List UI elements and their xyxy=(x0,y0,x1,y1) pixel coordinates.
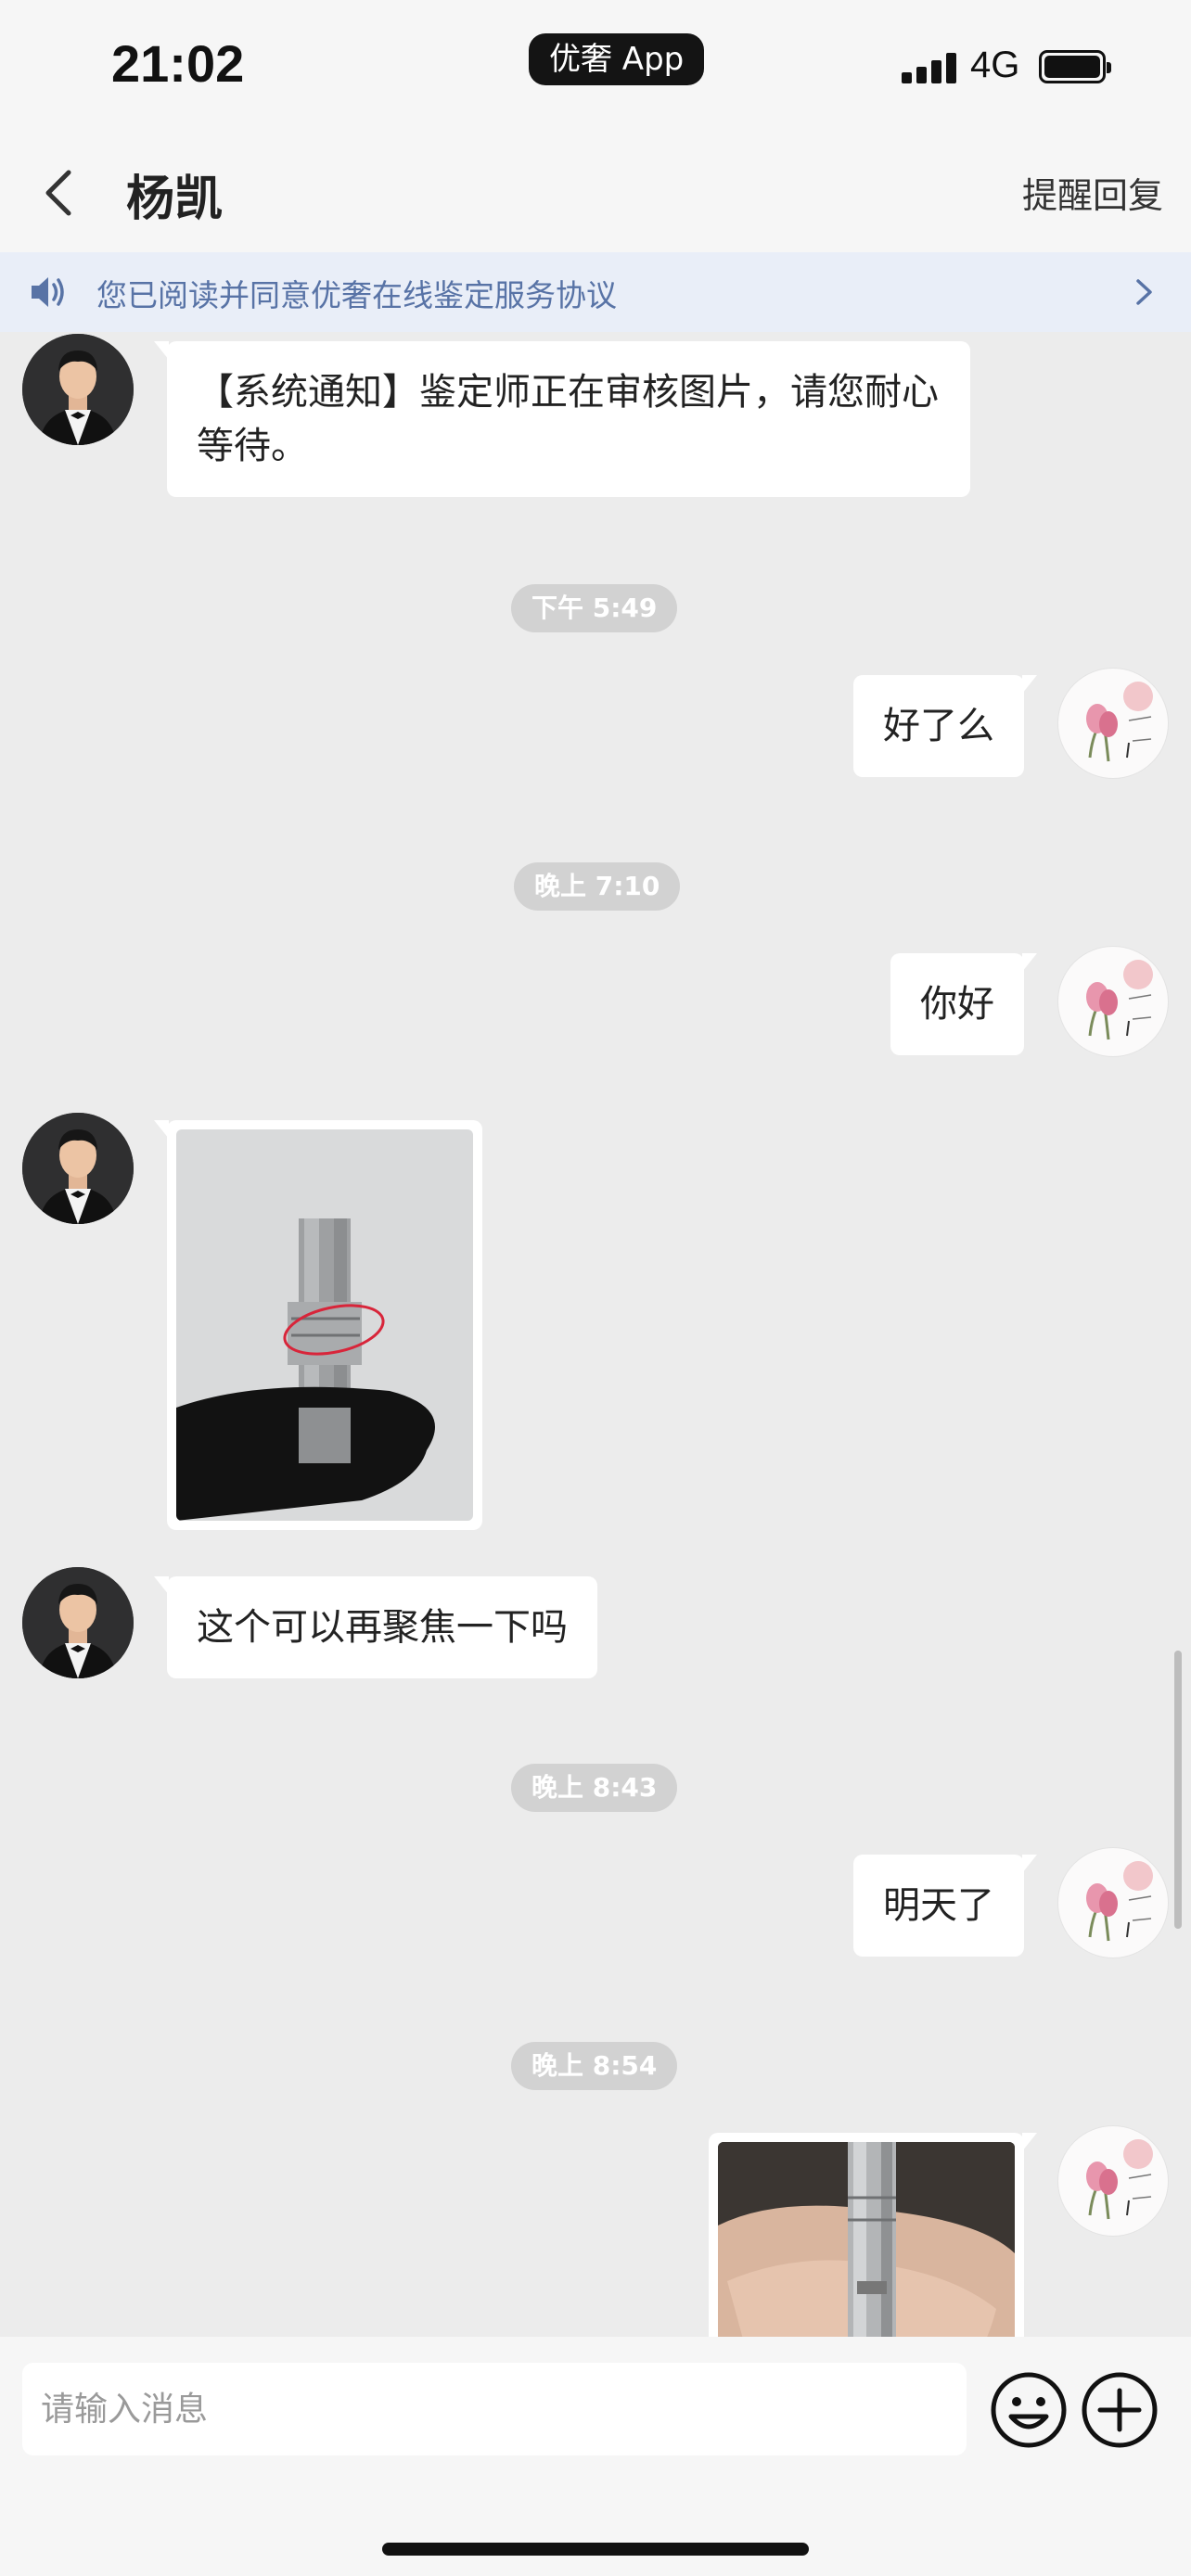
plus-icon[interactable] xyxy=(1080,2370,1159,2450)
user-avatar[interactable] xyxy=(1057,946,1169,1057)
message-text: 【系统通知】鉴定师正在审核图片，请您耐心等待。 xyxy=(197,371,939,467)
message-text: 这个可以再聚焦一下吗 xyxy=(197,1606,568,1649)
watch-clasp-photo[interactable] xyxy=(176,1129,473,1521)
page-title: 杨凯 xyxy=(126,172,224,227)
network-type: 4G xyxy=(970,45,1020,85)
message-bubble[interactable]: 【系统通知】鉴定师正在审核图片，请您耐心等待。 xyxy=(154,341,970,497)
app-switch-pill[interactable]: 优奢 App xyxy=(529,33,705,85)
user-avatar[interactable] xyxy=(1057,1847,1169,1958)
message-bubble[interactable]: 这个可以再聚焦一下吗 xyxy=(154,1576,597,1678)
message-bubble[interactable]: 你好 xyxy=(890,953,1037,1055)
agreement-notice[interactable]: 您已阅读并同意优奢在线鉴定服务协议 xyxy=(0,252,1191,332)
chat-message-list[interactable]: 【系统通知】鉴定师正在审核图片，请您耐心等待。 下午 5:49 好了么 晚上 7… xyxy=(0,332,1191,2337)
signal-icon xyxy=(902,52,957,83)
user-avatar[interactable] xyxy=(1057,2125,1169,2237)
message-text: 你好 xyxy=(920,983,994,1026)
timestamp-badge: 晚上 7:10 xyxy=(514,862,681,911)
message-bubble[interactable]: 明天了 xyxy=(853,1855,1037,1957)
appraiser-avatar[interactable] xyxy=(22,1113,134,1224)
message-bubble[interactable]: 好了么 xyxy=(853,675,1037,777)
status-time: 21:02 xyxy=(111,34,245,93)
appraiser-avatar[interactable] xyxy=(22,1567,134,1678)
timestamp-badge: 晚上 8:54 xyxy=(511,2042,678,2090)
remind-reply-button[interactable]: 提醒回复 xyxy=(1022,167,1163,218)
notice-text: 您已阅读并同意优奢在线鉴定服务协议 xyxy=(96,277,617,313)
image-message[interactable] xyxy=(154,1120,482,1530)
message-input[interactable] xyxy=(22,2363,967,2455)
timestamp-badge: 晚上 8:43 xyxy=(511,1764,678,1812)
emoji-icon[interactable] xyxy=(989,2370,1069,2450)
chevron-left-icon[interactable] xyxy=(33,165,89,221)
appraiser-avatar[interactable] xyxy=(22,334,134,445)
battery-icon xyxy=(1039,50,1111,83)
watch-clasp-hand-photo[interactable] xyxy=(718,2142,1015,2337)
home-area xyxy=(0,2478,1191,2576)
scrollbar-thumb[interactable] xyxy=(1174,1651,1182,1929)
user-avatar[interactable] xyxy=(1057,668,1169,779)
speaker-icon xyxy=(32,277,64,307)
image-message[interactable] xyxy=(709,2133,1037,2337)
chevron-right-icon xyxy=(1136,279,1152,305)
message-text: 好了么 xyxy=(883,705,994,747)
home-indicator[interactable] xyxy=(382,2543,809,2556)
status-bar: 21:02 优奢 App 4G xyxy=(0,0,1191,139)
chat-header: 杨凯 提醒回复 xyxy=(0,139,1191,252)
timestamp-badge: 下午 5:49 xyxy=(511,584,678,632)
message-text: 明天了 xyxy=(883,1884,994,1927)
input-bar xyxy=(0,2337,1191,2478)
